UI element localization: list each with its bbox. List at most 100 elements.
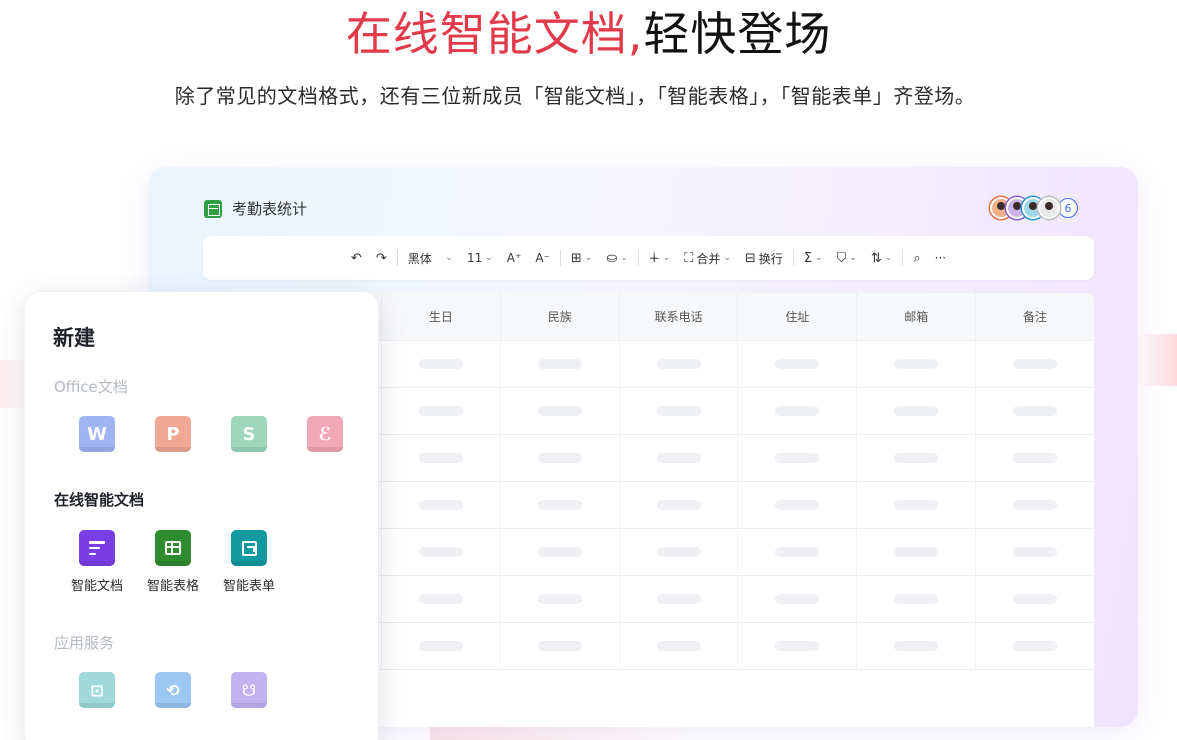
- table-cell[interactable]: [381, 388, 500, 434]
- fill-color-dropdown[interactable]: ⛀ ⌄: [599, 246, 634, 270]
- sort-dropdown[interactable]: ⇅ ⌄: [864, 246, 899, 270]
- table-cell[interactable]: [499, 576, 619, 622]
- service-app-1-button[interactable]: ⊡: [59, 672, 135, 708]
- column-header[interactable]: 住址: [737, 293, 856, 340]
- table-cell[interactable]: [499, 529, 619, 575]
- sum-dropdown[interactable]: Σ ⌄: [797, 246, 830, 270]
- table-cell[interactable]: [737, 341, 856, 387]
- font-size-dropdown[interactable]: 11 ⌄: [460, 246, 500, 270]
- word-doc-button[interactable]: W: [59, 416, 135, 452]
- chevron-down-icon: ⌄: [584, 253, 593, 263]
- spreadsheet-icon: S: [231, 416, 267, 452]
- presentation-button[interactable]: P: [135, 416, 211, 452]
- whiteboard-icon: ☋: [231, 672, 267, 708]
- increase-font-button[interactable]: A⁺: [500, 246, 529, 270]
- merge-dropdown[interactable]: ⛶ 合并 ⌄: [677, 246, 738, 270]
- redo-button[interactable]: ↷: [369, 246, 394, 270]
- undo-button[interactable]: ↶: [344, 246, 369, 270]
- collaborator-avatars[interactable]: 6: [990, 197, 1078, 219]
- avatar[interactable]: [1038, 197, 1060, 219]
- column-header[interactable]: 生日: [381, 293, 500, 340]
- table-cell[interactable]: [975, 529, 1094, 575]
- placeholder-skeleton: [775, 406, 820, 416]
- placeholder-skeleton: [537, 453, 582, 463]
- filter-dropdown[interactable]: ⛉ ⌄: [830, 246, 864, 270]
- table-cell[interactable]: [499, 623, 619, 669]
- pdf-button[interactable]: ℰ: [287, 416, 363, 452]
- table-cell[interactable]: [618, 435, 738, 481]
- search-icon[interactable]: ⌕: [906, 246, 927, 270]
- table-cell[interactable]: [381, 529, 500, 575]
- placeholder-skeleton: [656, 594, 701, 604]
- collaborator-count-badge[interactable]: 6: [1058, 198, 1078, 218]
- table-cell[interactable]: [856, 529, 975, 575]
- table-cell[interactable]: [618, 341, 738, 387]
- table-cell[interactable]: [499, 435, 619, 481]
- table-cell[interactable]: [737, 576, 856, 622]
- table-cell[interactable]: [856, 576, 975, 622]
- table-cell[interactable]: [856, 435, 975, 481]
- chevron-down-icon: ⌄: [849, 253, 857, 263]
- office-app-row: W P S ℰ: [59, 416, 363, 452]
- border-dropdown[interactable]: ⊞ ⌄: [564, 246, 599, 270]
- table-cell[interactable]: [975, 388, 1094, 434]
- table-cell[interactable]: [737, 623, 856, 669]
- table-cell[interactable]: [856, 482, 975, 528]
- table-cell[interactable]: [975, 482, 1094, 528]
- table-cell[interactable]: [381, 341, 500, 387]
- table-cell[interactable]: [975, 623, 1094, 669]
- placeholder-skeleton: [1013, 547, 1058, 557]
- table-cell[interactable]: [856, 388, 975, 434]
- smart-sheet-button[interactable]: 智能表格: [135, 530, 211, 594]
- table-cell[interactable]: [737, 388, 856, 434]
- table-cell[interactable]: [975, 435, 1094, 481]
- placeholder-skeleton: [656, 406, 701, 416]
- smart-form-icon: [231, 530, 267, 566]
- table-cell[interactable]: [737, 482, 856, 528]
- placeholder-skeleton: [418, 641, 463, 651]
- column-header[interactable]: 邮箱: [856, 293, 975, 340]
- background-decoration: [1137, 334, 1177, 386]
- spreadsheet-button[interactable]: S: [211, 416, 287, 452]
- table-cell[interactable]: [856, 623, 975, 669]
- placeholder-skeleton: [894, 594, 939, 604]
- document-title[interactable]: 考勤表统计: [232, 198, 307, 219]
- column-header[interactable]: 备注: [975, 293, 1094, 340]
- placeholder-skeleton: [537, 406, 582, 416]
- column-header[interactable]: 联系电话: [618, 293, 738, 340]
- table-cell[interactable]: [618, 388, 738, 434]
- service-app-2-button[interactable]: ⟲: [135, 672, 211, 708]
- table-cell[interactable]: [618, 482, 738, 528]
- merge-label: 合并: [696, 251, 721, 266]
- wrap-button[interactable]: ⊟ 换行: [738, 246, 790, 270]
- table-cell[interactable]: [975, 341, 1094, 387]
- more-button[interactable]: ···: [928, 246, 953, 270]
- table-cell[interactable]: [381, 576, 500, 622]
- service-app-3-button[interactable]: ☋: [211, 672, 287, 708]
- table-cell[interactable]: [499, 341, 619, 387]
- placeholder-skeleton: [656, 500, 701, 510]
- table-cell[interactable]: [737, 529, 856, 575]
- smart-form-button[interactable]: 智能表单: [211, 530, 287, 594]
- table-cell[interactable]: [618, 529, 738, 575]
- table-cell[interactable]: [381, 435, 500, 481]
- font-family-dropdown[interactable]: 黑体 ⌄: [401, 246, 460, 270]
- hero-title-plain: 轻快登场: [643, 7, 832, 61]
- table-cell[interactable]: [975, 576, 1094, 622]
- table-cell[interactable]: [618, 576, 738, 622]
- decrease-font-button[interactable]: A⁻: [528, 246, 557, 270]
- smart-doc-button[interactable]: 智能文档: [59, 530, 135, 594]
- placeholder-skeleton: [1013, 406, 1058, 416]
- table-cell[interactable]: [381, 623, 500, 669]
- placeholder-skeleton: [537, 547, 582, 557]
- table-cell[interactable]: [618, 623, 738, 669]
- table-cell[interactable]: [499, 482, 619, 528]
- column-header[interactable]: 民族: [499, 293, 619, 340]
- placeholder-skeleton: [775, 453, 820, 463]
- table-cell[interactable]: [856, 341, 975, 387]
- table-cell[interactable]: [499, 388, 619, 434]
- table-cell[interactable]: [381, 482, 500, 528]
- table-cell[interactable]: [737, 435, 856, 481]
- placeholder-skeleton: [418, 594, 463, 604]
- align-dropdown[interactable]: ∔ ⌄: [642, 246, 677, 270]
